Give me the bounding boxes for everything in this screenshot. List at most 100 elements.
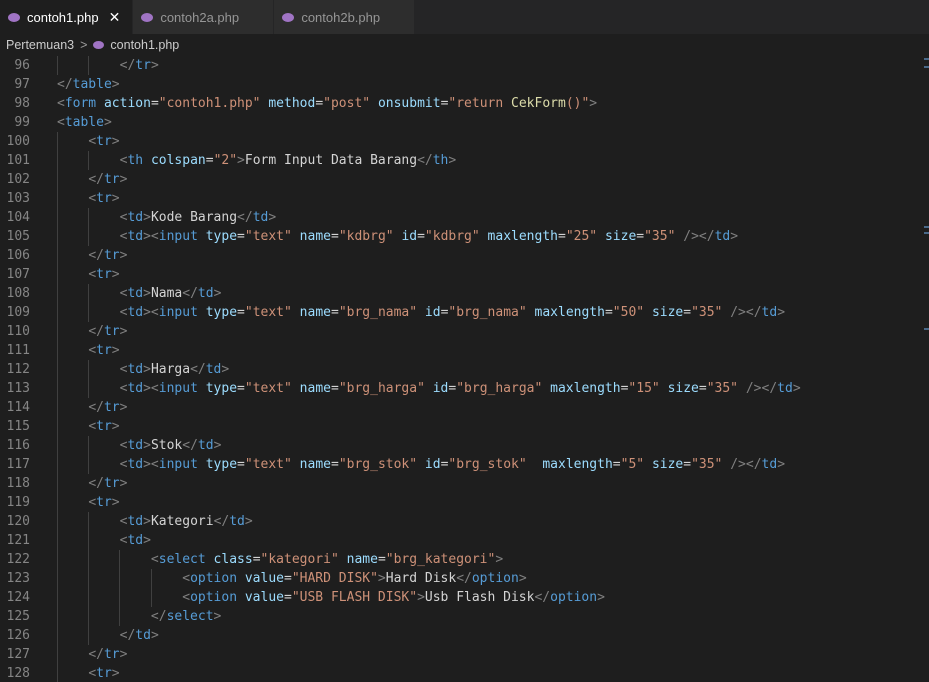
overview-ruler[interactable] xyxy=(923,56,929,682)
line-number: 124 xyxy=(6,590,30,605)
code-line[interactable]: 108 <td>Nama</td> xyxy=(0,284,929,303)
code-line[interactable]: 127 </tr> xyxy=(0,645,929,664)
code-text: <td><input type="text" name="brg_nama" i… xyxy=(57,303,785,322)
tab-label: contoh1.php xyxy=(27,9,99,25)
code-text: <tr> xyxy=(57,664,120,682)
code-line[interactable]: 115 <tr> xyxy=(0,417,929,436)
line-number: 117 xyxy=(6,457,30,472)
line-number: 106 xyxy=(6,248,30,263)
code-line[interactable]: 125 </select> xyxy=(0,607,929,626)
breadcrumb-folder[interactable]: Pertemuan3 xyxy=(6,38,74,52)
code-text: </tr> xyxy=(57,246,127,265)
line-number: 112 xyxy=(6,362,30,377)
code-line[interactable]: 103 <tr> xyxy=(0,189,929,208)
code-text: <option value="USB FLASH DISK">Usb Flash… xyxy=(57,588,605,607)
code-text: <tr> xyxy=(57,417,120,436)
code-text: </tr> xyxy=(57,645,127,664)
code-text: <td> xyxy=(57,531,151,550)
code-text: </td> xyxy=(57,626,159,645)
code-text: <tr> xyxy=(57,132,120,151)
line-number: 122 xyxy=(6,552,30,567)
line-number: 96 xyxy=(14,58,30,73)
php-file-icon xyxy=(93,41,105,49)
line-number: 126 xyxy=(6,628,30,643)
code-line[interactable]: 128 <tr> xyxy=(0,664,929,682)
code-line[interactable]: 100 <tr> xyxy=(0,132,929,151)
code-text: </tr> xyxy=(57,56,159,75)
code-text: <select class="kategori" name="brg_kateg… xyxy=(57,550,503,569)
code-text: <th colspan="2">Form Input Data Barang</… xyxy=(57,151,456,170)
tab-contoh1[interactable]: contoh1.php ✕ xyxy=(0,0,134,34)
line-number: 109 xyxy=(6,305,30,320)
php-file-icon xyxy=(141,12,154,22)
code-text: <tr> xyxy=(57,265,120,284)
code-line[interactable]: 111 <tr> xyxy=(0,341,929,360)
line-number: 123 xyxy=(6,571,30,586)
breadcrumb-file[interactable]: contoh1.php xyxy=(110,38,179,52)
line-number: 98 xyxy=(14,96,30,111)
code-text: </table> xyxy=(57,77,120,92)
code-line[interactable]: 117 <td><input type="text" name="brg_sto… xyxy=(0,455,929,474)
code-line[interactable]: 105 <td><input type="text" name="kdbrg" … xyxy=(0,227,929,246)
code-line[interactable]: 116 <td>Stok</td> xyxy=(0,436,929,455)
line-number: 105 xyxy=(6,229,30,244)
tab-label: contoh2a.php xyxy=(160,9,240,25)
code-line[interactable]: 119 <tr> xyxy=(0,493,929,512)
code-text: <tr> xyxy=(57,341,120,360)
php-file-icon xyxy=(8,12,20,22)
code-text: <td><input type="text" name="kdbrg" id="… xyxy=(57,227,738,246)
code-line[interactable]: 124 <option value="USB FLASH DISK">Usb F… xyxy=(0,588,929,607)
code-text: </select> xyxy=(57,607,221,626)
code-editor[interactable]: 96 </tr> 97 </table> 98 <form action="contoh… xyxy=(0,56,929,682)
tab-label: contoh2b.php xyxy=(301,9,381,25)
code-line[interactable]: 97 </table> xyxy=(0,75,929,94)
line-number: 107 xyxy=(6,267,30,282)
code-line[interactable]: 98 <form action="contoh1.php" method="pos… xyxy=(0,94,929,113)
line-number: 125 xyxy=(6,609,30,624)
code-text: </tr> xyxy=(57,170,127,189)
tab-contoh2a[interactable]: contoh2a.php xyxy=(133,0,275,34)
code-line[interactable]: 102 </tr> xyxy=(0,170,929,189)
code-line[interactable]: 122 <select class="kategori" name="brg_k… xyxy=(0,550,929,569)
code-line[interactable]: 96 </tr> xyxy=(0,56,929,75)
code-line[interactable]: 120 <td>Kategori</td> xyxy=(0,512,929,531)
line-number: 100 xyxy=(6,134,30,149)
line-number: 120 xyxy=(6,514,30,529)
line-number: 103 xyxy=(6,191,30,206)
code-text: </tr> xyxy=(57,322,127,341)
line-number: 108 xyxy=(6,286,30,301)
code-text: <td><input type="text" name="brg_stok" i… xyxy=(57,455,785,474)
code-text: <td>Harga</td> xyxy=(57,360,229,379)
code-text: <td>Kategori</td> xyxy=(57,512,253,531)
line-number: 110 xyxy=(6,324,30,339)
code-line[interactable]: 99 <table> xyxy=(0,113,929,132)
php-file-icon xyxy=(282,12,295,22)
code-line[interactable]: 110 </tr> xyxy=(0,322,929,341)
code-text: </tr> xyxy=(57,398,127,417)
code-line[interactable]: 118 </tr> xyxy=(0,474,929,493)
code-line[interactable]: 109 <td><input type="text" name="brg_nam… xyxy=(0,303,929,322)
close-icon[interactable]: ✕ xyxy=(109,9,121,26)
tab-bar: contoh1.php ✕ contoh2a.php contoh2b.php xyxy=(0,0,929,34)
code-line[interactable]: 126 </td> xyxy=(0,626,929,645)
line-number: 111 xyxy=(6,343,30,358)
code-line[interactable]: 114 </tr> xyxy=(0,398,929,417)
chevron-right-icon: > xyxy=(80,38,88,52)
code-line[interactable]: 101 <th colspan="2">Form Input Data Bara… xyxy=(0,151,929,170)
code-text: <form action="contoh1.php" method="post"… xyxy=(57,96,598,111)
code-line[interactable]: 107 <tr> xyxy=(0,265,929,284)
code-line[interactable]: 106 </tr> xyxy=(0,246,929,265)
code-line[interactable]: 121 <td> xyxy=(0,531,929,550)
line-number: 113 xyxy=(6,381,30,396)
line-number: 97 xyxy=(14,77,30,92)
code-line[interactable]: 113 <td><input type="text" name="brg_har… xyxy=(0,379,929,398)
line-number: 115 xyxy=(6,419,30,434)
code-line[interactable]: 123 <option value="HARD DISK">Hard Disk<… xyxy=(0,569,929,588)
code-text: <tr> xyxy=(57,189,120,208)
line-number: 121 xyxy=(6,533,30,548)
line-number: 116 xyxy=(6,438,30,453)
code-line[interactable]: 104 <td>Kode Barang</td> xyxy=(0,208,929,227)
tab-contoh2b[interactable]: contoh2b.php xyxy=(274,0,416,34)
line-number: 114 xyxy=(6,400,30,415)
code-line[interactable]: 112 <td>Harga</td> xyxy=(0,360,929,379)
